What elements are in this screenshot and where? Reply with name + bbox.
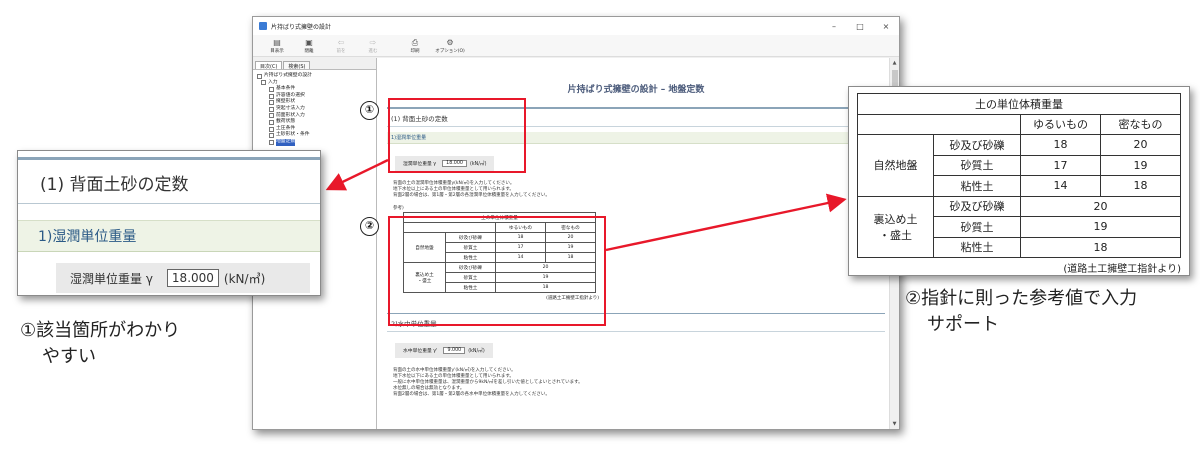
highlight-box-2 <box>388 216 606 326</box>
tree-item[interactable]: 擁壁形状 <box>257 99 372 106</box>
tree-item[interactable]: 土砂形状・条件 <box>257 132 372 139</box>
field-label: 水中単位重量 γ' <box>403 349 438 354</box>
toolbar-options-button[interactable]: ⚙ オプション(O) <box>431 38 469 54</box>
page-icon <box>269 100 274 106</box>
zoom-field-value: 18.000 <box>166 269 219 287</box>
field-submerged-unit-weight: 水中単位重量 γ' 9.000 (kN/㎥) <box>395 343 493 358</box>
minimize-button[interactable]: – <box>821 22 847 31</box>
titlebar: 片持ばり式擁壁の設計 – □ × <box>253 17 899 35</box>
zoom-section-heading: (1) 背面土砂の定数 <box>18 157 320 204</box>
folder-icon <box>261 80 266 86</box>
tree-item[interactable]: 土圧条件 <box>257 126 372 133</box>
toolbar: ▤ 目表示 ▣ 閉離 ⇦ 前を ⇨ 進む ⎙ 印刷 ⚙ オプション(O) <box>253 35 899 57</box>
page-icon <box>269 113 274 119</box>
tree-item[interactable]: 許容値の選択 <box>257 93 372 100</box>
page-icon <box>269 133 274 139</box>
tree-item-selected[interactable]: 地盤定数 <box>257 138 372 146</box>
callout-number-2: ② <box>360 217 379 236</box>
toolbar-toc-button[interactable]: ▤ 目表示 <box>261 38 293 54</box>
pane-icon: ▣ <box>305 38 313 47</box>
zoom-soil-table: 土の単位体積重量 ゆるいもの 密なもの 自然地盤 砂及び砂礫 18 20 砂質土 17 19… <box>857 93 1181 258</box>
zoom-callout-right: 土の単位体積重量 ゆるいもの 密なもの 自然地盤 砂及び砂礫 18 20 砂質土 17 19… <box>848 86 1190 276</box>
page-icon <box>269 93 274 99</box>
scroll-down-icon[interactable]: ▼ <box>890 419 899 429</box>
zoom-subsection-heading: 1)湿潤単位重量 <box>18 220 320 252</box>
close-button[interactable]: × <box>873 22 899 31</box>
tab-search[interactable]: 検索(S) <box>283 61 311 70</box>
tree-item[interactable]: 前面形状入力 <box>257 113 372 120</box>
tab-contents[interactable]: 目次(C) <box>255 61 283 70</box>
maximize-button[interactable]: □ <box>847 22 873 31</box>
app-icon <box>259 22 267 30</box>
toc-tabs: 目次(C) 検索(S) <box>253 58 376 70</box>
highlight-box-1 <box>388 98 526 173</box>
field-value: 9.000 <box>443 347 466 354</box>
page-icon <box>269 126 274 132</box>
page-icon <box>269 139 274 145</box>
toolbar-forward-button[interactable]: ⇨ 進む <box>357 38 389 54</box>
zoom-callout-left: (1) 背面土砂の定数 1)湿潤単位重量 湿潤単位重量 γ 18.000 (kN… <box>17 150 321 296</box>
description: 背面の土の湿潤単位体積重量γ(kN/㎥)を入力してください。 地下水位以上にある… <box>393 181 550 198</box>
book-icon <box>257 73 262 79</box>
toolbar-close-pane-button[interactable]: ▣ 閉離 <box>293 38 325 54</box>
options-icon: ⚙ <box>446 38 454 47</box>
toc-icon: ▤ <box>273 38 281 47</box>
page-icon <box>269 86 274 92</box>
tree-item[interactable]: 載荷状態 <box>257 119 372 126</box>
forward-arrow-icon: ⇨ <box>369 38 377 47</box>
printer-icon: ⎙ <box>411 38 419 47</box>
caption-left: ①該当箇所がわかり やすい <box>20 320 181 367</box>
zoom-field-wet-unit-weight: 湿潤単位重量 γ 18.000 (kN/㎥) <box>56 263 310 293</box>
zoom-table-title: 土の単位体積重量 <box>857 93 1181 115</box>
description: 背面の土の水中単位体積重量γ'(kN/㎥)を入力してください。 地下水位以下にあ… <box>393 368 583 397</box>
zoom-field-label: 湿潤単位重量 γ <box>70 271 153 286</box>
reference-label: 参考) <box>393 206 404 211</box>
tree-item[interactable]: 基本条件 <box>257 86 372 93</box>
tree-item[interactable]: 突起寸法入力 <box>257 106 372 113</box>
page-icon <box>269 106 274 112</box>
toolbar-print-button[interactable]: ⎙ 印刷 <box>399 38 431 54</box>
doc-title: 片持ばり式擁壁の設計 – 地盤定数 <box>567 85 705 95</box>
toc-tree: 片持ばり式擁壁の設計 入力 基本条件 許容値の選択 擁壁形状 突起寸法入力 前面… <box>253 70 376 149</box>
zoom-table-note: (道路土工擁壁工指針より) <box>1063 264 1181 275</box>
tree-item[interactable]: 片持ばり式擁壁の設計 <box>257 73 372 80</box>
caption-right: ②指針に則った参考値で入力 サポート <box>905 288 1138 335</box>
back-arrow-icon: ⇦ <box>337 38 345 47</box>
field-unit: (kN/㎥) <box>468 349 485 354</box>
callout-number-1: ① <box>360 101 379 120</box>
scroll-up-icon[interactable]: ▲ <box>890 58 899 68</box>
tree-item[interactable]: 入力 <box>257 80 372 87</box>
toolbar-back-button[interactable]: ⇦ 前を <box>325 38 357 54</box>
page-icon <box>269 119 274 125</box>
window-title: 片持ばり式擁壁の設計 <box>271 23 332 31</box>
zoom-field-unit: (kN/㎥) <box>223 271 266 286</box>
